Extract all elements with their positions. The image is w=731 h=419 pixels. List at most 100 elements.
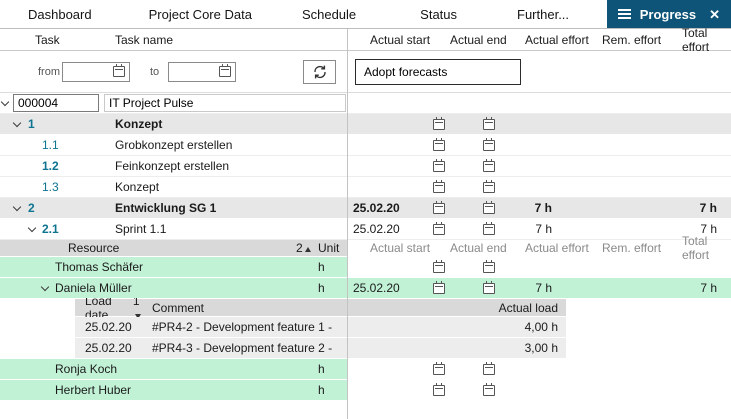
collapse-chevron-icon[interactable]	[13, 203, 21, 211]
task-row-1-1[interactable]: 1.1 Grobkonzept erstellen	[0, 135, 731, 156]
load-header-row: Load date 1 Comment Actual load	[0, 299, 731, 317]
tab-project-core-data[interactable]: Project Core Data	[149, 0, 252, 28]
load-comment: #PR4-3 - Development feature 2 -	[152, 341, 471, 355]
calendar-icon[interactable]	[483, 119, 495, 130]
load-row-1[interactable]: 25.02.20 #PR4-2 - Development feature 1 …	[0, 317, 731, 338]
filter-row: from to Adopt forecasts	[0, 51, 731, 93]
actual-start-value: 25.02.20	[353, 201, 400, 215]
task-number: 1	[28, 117, 35, 131]
calendar-icon[interactable]	[483, 262, 495, 273]
to-label: to	[150, 66, 159, 78]
tab-bar: Dashboard Project Core Data Schedule Sta…	[0, 0, 731, 29]
resource-row-herbert-huber[interactable]: Herbert Huber h	[0, 380, 731, 401]
tab-status[interactable]: Status	[420, 0, 457, 28]
calendar-icon[interactable]	[433, 161, 445, 172]
tab-further[interactable]: Further...	[517, 0, 569, 28]
resource-name: Thomas Schäfer	[55, 260, 143, 274]
menu-icon[interactable]	[618, 9, 631, 19]
calendar-icon[interactable]	[433, 182, 445, 193]
progress-view: Dashboard Project Core Data Schedule Sta…	[0, 0, 731, 419]
calendar-icon[interactable]	[483, 283, 495, 294]
resource-unit: h	[318, 362, 325, 376]
resource-row-daniela-mueller[interactable]: Daniela Müller h 25.02.20 7 h 7 h	[0, 278, 731, 299]
calendar-icon[interactable]	[483, 203, 495, 214]
project-name-input[interactable]	[104, 94, 346, 112]
task-row-2[interactable]: 2 Entwicklung SG 1 25.02.20 7 h 7 h	[0, 198, 731, 219]
col-task[interactable]: Task	[35, 33, 60, 47]
task-name: Sprint 1.1	[115, 222, 166, 236]
task-name: Feinkonzept erstellen	[115, 159, 229, 173]
calendar-icon[interactable]	[433, 262, 445, 273]
task-row-1-3[interactable]: 1.3 Konzept	[0, 177, 731, 198]
calendar-icon[interactable]	[433, 224, 445, 235]
col-task-name[interactable]: Task name	[115, 33, 173, 47]
close-icon[interactable]: ✕	[709, 8, 720, 21]
actual-effort-value: 7 h	[498, 281, 564, 295]
load-comment: #PR4-2 - Development feature 1 -	[152, 320, 471, 334]
task-row-1-2[interactable]: 1.2 Feinkonzept erstellen	[0, 156, 731, 177]
calendar-icon[interactable]	[433, 385, 445, 396]
col-actual-start[interactable]: Actual start	[370, 241, 450, 255]
calendar-icon[interactable]	[483, 140, 495, 151]
tab-progress[interactable]: Progress ✕	[607, 0, 731, 28]
collapse-chevron-icon[interactable]	[28, 224, 36, 232]
calendar-icon[interactable]	[483, 224, 495, 235]
calendar-icon[interactable]	[483, 161, 495, 172]
resource-row-ronja-koch[interactable]: Ronja Koch h	[0, 359, 731, 380]
column-header-row: Task Task name Actual start Actual end A…	[0, 29, 731, 51]
task-number: 2.1	[42, 222, 59, 236]
calendar-icon[interactable]	[483, 182, 495, 193]
tab-schedule[interactable]: Schedule	[302, 0, 356, 28]
col-total-effort[interactable]: Total effort	[682, 26, 731, 54]
load-row-2[interactable]: 25.02.20 #PR4-3 - Development feature 2 …	[0, 338, 731, 359]
calendar-icon[interactable]	[219, 66, 231, 77]
sort-ascending-icon	[305, 247, 311, 252]
collapse-chevron-icon[interactable]	[13, 119, 21, 127]
collapse-chevron-icon[interactable]	[1, 98, 9, 106]
project-root-row[interactable]	[0, 93, 731, 114]
task-name: Konzept	[115, 180, 159, 194]
resource-name: Ronja Koch	[55, 362, 117, 376]
refresh-icon	[312, 65, 328, 79]
calendar-icon[interactable]	[483, 385, 495, 396]
col-actual-effort[interactable]: Actual effort	[525, 33, 602, 47]
col-actual-effort[interactable]: Actual effort	[525, 241, 602, 255]
resource-header-row: Resource 2 Unit Actual start Actual end …	[0, 240, 731, 257]
task-name: Grobkonzept erstellen	[115, 138, 232, 152]
task-row-1[interactable]: 1 Konzept	[0, 114, 731, 135]
project-id-input[interactable]	[13, 94, 99, 112]
col-unit[interactable]: Unit	[318, 241, 339, 255]
resource-sort-indicator[interactable]: 2	[296, 241, 311, 255]
col-comment[interactable]: Comment	[152, 301, 471, 315]
calendar-icon[interactable]	[433, 364, 445, 375]
calendar-icon[interactable]	[433, 140, 445, 151]
calendar-icon[interactable]	[113, 66, 125, 77]
adopt-forecasts-button[interactable]: Adopt forecasts	[355, 59, 521, 85]
to-date-input[interactable]	[173, 64, 217, 79]
resource-name: Herbert Huber	[55, 383, 131, 397]
calendar-icon[interactable]	[433, 119, 445, 130]
col-rem-effort[interactable]: Rem. effort	[602, 241, 682, 255]
resource-row-thomas-schaefer[interactable]: Thomas Schäfer h	[0, 257, 731, 278]
col-resource[interactable]: Resource	[68, 241, 119, 255]
col-actual-start[interactable]: Actual start	[370, 33, 450, 47]
refresh-button[interactable]	[303, 60, 336, 84]
pane-divider	[347, 29, 348, 419]
calendar-icon[interactable]	[483, 364, 495, 375]
col-actual-load[interactable]: Actual load	[471, 301, 566, 315]
task-row-2-1[interactable]: 2.1 Sprint 1.1 25.02.20 7 h 7 h	[0, 219, 731, 240]
col-actual-end[interactable]: Actual end	[450, 33, 525, 47]
actual-effort-value: 7 h	[498, 222, 564, 236]
from-date-input[interactable]	[67, 64, 111, 79]
task-name: Entwicklung SG 1	[115, 201, 216, 215]
collapse-chevron-icon[interactable]	[41, 283, 49, 291]
calendar-icon[interactable]	[433, 203, 445, 214]
calendar-icon[interactable]	[433, 283, 445, 294]
task-name: Konzept	[115, 117, 162, 131]
from-label: from	[38, 66, 60, 78]
col-actual-end[interactable]: Actual end	[450, 241, 525, 255]
tab-dashboard[interactable]: Dashboard	[28, 0, 92, 28]
task-number: 2	[28, 201, 35, 215]
col-rem-effort[interactable]: Rem. effort	[602, 33, 682, 47]
tab-progress-label: Progress	[640, 7, 696, 22]
